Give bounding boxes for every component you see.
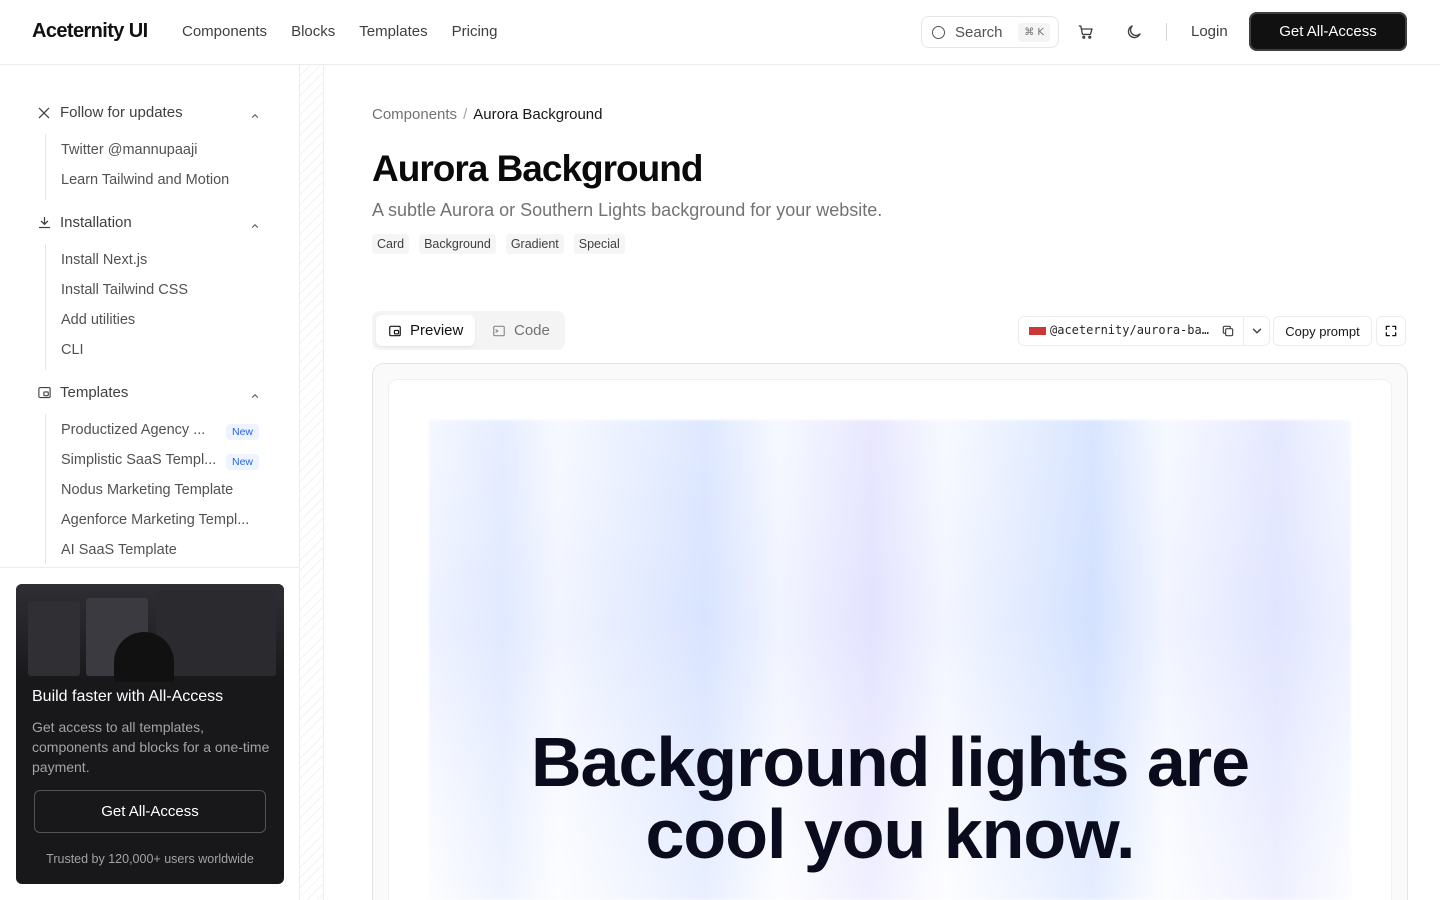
hero-line-2: cool you know. xyxy=(645,795,1136,873)
npm-icon xyxy=(1029,327,1046,335)
sidebar-item-install-nextjs[interactable]: Install Next.js xyxy=(61,252,147,268)
new-badge: New xyxy=(226,424,260,440)
tag-list: Card Background Gradient Special xyxy=(372,234,625,254)
sidebar-item-twitter[interactable]: Twitter @mannupaaji xyxy=(61,142,197,158)
fullscreen-icon[interactable] xyxy=(1376,316,1406,346)
hatch-gutter xyxy=(300,65,324,900)
sidebar-item-simplistic-saas[interactable]: Simplistic SaaS Templ... xyxy=(61,452,216,468)
header-divider xyxy=(1166,23,1167,41)
sidebar-section-title: Follow for updates xyxy=(60,104,183,121)
nav-templates[interactable]: Templates xyxy=(359,23,427,40)
package-name: @aceternity/aurora-ba… xyxy=(1050,323,1209,337)
chevron-up-icon xyxy=(250,108,260,125)
preview-icon xyxy=(388,324,402,338)
breadcrumb-components[interactable]: Components xyxy=(372,106,457,123)
page-subtitle: A subtle Aurora or Southern Lights backg… xyxy=(372,200,883,220)
copy-prompt-button[interactable]: Copy prompt xyxy=(1273,316,1372,346)
tag-card: Card xyxy=(372,234,410,254)
sidebar-guide-line xyxy=(45,134,46,200)
chevron-up-icon xyxy=(250,388,260,405)
sidebar-item-agenforce-marketing[interactable]: Agenforce Marketing Templ... xyxy=(61,512,249,528)
chevron-down-icon[interactable] xyxy=(1250,324,1264,343)
search-label: Search xyxy=(955,23,1003,41)
chevron-up-icon xyxy=(250,218,260,235)
search-shortcut: ⌘ K xyxy=(1018,23,1050,42)
sidebar-guide-line xyxy=(45,414,46,564)
sidebar-section-installation[interactable]: Installation xyxy=(36,214,264,231)
sidebar-item-add-utilities[interactable]: Add utilities xyxy=(61,312,135,328)
terminal-icon xyxy=(492,324,506,338)
template-icon xyxy=(36,385,52,400)
login-link[interactable]: Login xyxy=(1191,23,1228,40)
new-badge: New xyxy=(226,454,260,470)
tag-background: Background xyxy=(419,234,496,254)
hero-line-1: Background lights are xyxy=(530,723,1250,801)
moon-icon[interactable] xyxy=(1124,22,1144,42)
breadcrumb-separator: / xyxy=(463,106,468,123)
nav-blocks[interactable]: Blocks xyxy=(291,23,335,40)
sidebar-item-nodus-marketing[interactable]: Nodus Marketing Template xyxy=(61,482,233,498)
sidebar-item-install-tailwind[interactable]: Install Tailwind CSS xyxy=(61,282,188,298)
promo-get-all-access-button[interactable]: Get All-Access xyxy=(34,790,266,833)
sidebar-section-templates[interactable]: Templates xyxy=(36,384,264,401)
hero-heading: Background lights are cool you know. xyxy=(429,726,1351,870)
promo-preview-image xyxy=(16,584,284,682)
all-access-promo-card: Build faster with All-Access Get access … xyxy=(16,584,284,884)
top-header: Aceternity UI Components Blocks Template… xyxy=(0,0,1440,65)
view-tabs: Preview Code xyxy=(372,311,565,350)
promo-trusted-text: Trusted by 120,000+ users worldwide xyxy=(46,852,254,866)
package-install-box[interactable]: @aceternity/aurora-ba… xyxy=(1018,316,1270,346)
tab-preview[interactable]: Preview xyxy=(376,315,475,346)
sidebar-item-cli[interactable]: CLI xyxy=(61,342,84,358)
sidebar-guide-line xyxy=(45,244,46,370)
copy-icon[interactable] xyxy=(1221,324,1235,343)
sidebar-section-title: Templates xyxy=(60,384,129,401)
tag-special: Special xyxy=(573,234,625,254)
sidebar-section-follow[interactable]: Follow for updates xyxy=(36,104,264,121)
sidebar-item-learn-tailwind[interactable]: Learn Tailwind and Motion xyxy=(61,172,229,188)
package-divider xyxy=(1243,317,1244,345)
sidebar-divider xyxy=(0,567,300,568)
sidebar-section-title: Installation xyxy=(60,214,132,231)
sidebar-item-ai-saas[interactable]: AI SaaS Template xyxy=(61,542,177,558)
promo-title: Build faster with All-Access xyxy=(32,688,224,705)
x-logo-icon xyxy=(36,106,52,120)
download-icon xyxy=(36,215,52,230)
main-nav: Components Blocks Templates Pricing xyxy=(182,23,497,40)
breadcrumb: Components / Aurora Background xyxy=(372,106,602,123)
logo[interactable]: Aceternity UI xyxy=(32,20,148,43)
promo-description: Get access to all templates, components … xyxy=(32,719,270,775)
tag-gradient: Gradient xyxy=(505,234,564,254)
tab-code[interactable]: Code xyxy=(480,315,562,346)
page-title: Aurora Background xyxy=(372,148,703,189)
search-button[interactable]: Search ⌘ K xyxy=(921,16,1059,48)
get-all-access-button[interactable]: Get All-Access xyxy=(1249,12,1407,51)
cart-icon[interactable] xyxy=(1076,22,1096,42)
search-icon xyxy=(932,25,945,39)
nav-components[interactable]: Components xyxy=(182,23,267,40)
sidebar-item-productized-agency[interactable]: Productized Agency ... xyxy=(61,422,205,438)
breadcrumb-current: Aurora Background xyxy=(473,106,603,123)
nav-pricing[interactable]: Pricing xyxy=(452,23,498,40)
